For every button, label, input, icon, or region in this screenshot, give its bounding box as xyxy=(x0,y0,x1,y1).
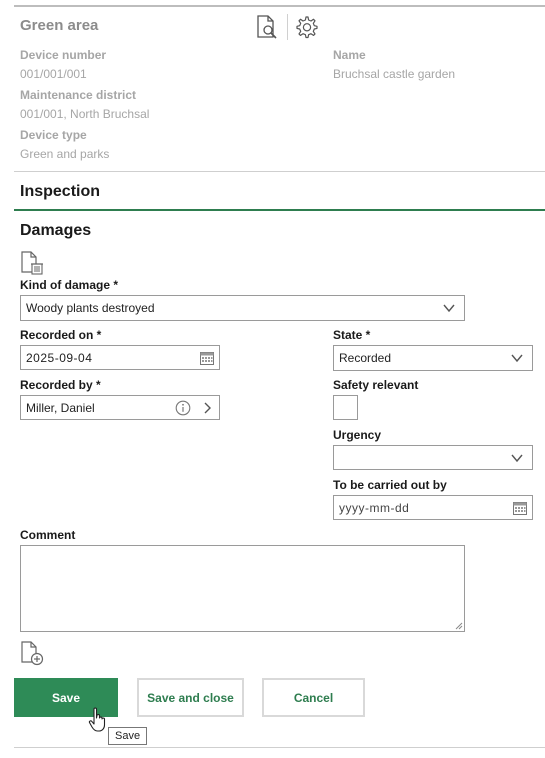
page-title: Green area xyxy=(20,17,99,34)
maintenance-district-value: 001/001, North Bruchsal xyxy=(20,107,150,121)
comment-textarea[interactable] xyxy=(20,545,465,632)
kind-of-damage-value: Woody plants destroyed xyxy=(26,301,155,315)
chevron-down-icon xyxy=(443,304,455,313)
save-tooltip: Save xyxy=(108,727,148,745)
device-type-label: Device type xyxy=(20,128,87,142)
name-value: Bruchsal castle garden xyxy=(333,67,456,81)
device-type-value: Green and parks xyxy=(20,147,110,161)
safety-relevant-label: Safety relevant xyxy=(333,378,419,392)
carry-out-by-label: To be carried out by xyxy=(333,478,447,492)
device-number-label: Device number xyxy=(20,48,107,62)
chevron-down-icon xyxy=(511,354,523,363)
calendar-icon[interactable] xyxy=(512,500,528,516)
resize-handle-icon[interactable] xyxy=(454,621,463,630)
calendar-icon[interactable] xyxy=(199,350,215,366)
chevron-down-icon xyxy=(511,454,523,462)
gear-icon[interactable] xyxy=(293,14,319,40)
urgency-label: Urgency xyxy=(333,428,382,442)
safety-relevant-checkbox[interactable] xyxy=(333,395,358,420)
recorded-on-label: Recorded on * xyxy=(20,328,102,342)
add-document-icon[interactable] xyxy=(20,640,46,666)
recorded-on-value: 2025-09-04 xyxy=(26,350,93,365)
comment-label: Comment xyxy=(20,528,76,542)
bottom-divider xyxy=(14,747,545,748)
save-and-close-button[interactable]: Save and close xyxy=(137,678,244,717)
state-label: State * xyxy=(333,328,371,342)
document-search-icon[interactable] xyxy=(254,14,280,40)
cancel-button[interactable]: Cancel xyxy=(262,678,365,717)
state-select[interactable]: Recorded xyxy=(333,345,533,371)
info-icon[interactable] xyxy=(175,400,191,416)
recorded-by-field[interactable]: Miller, Daniel xyxy=(20,395,220,420)
inspection-divider xyxy=(14,209,545,211)
carry-out-by-field[interactable]: yyyy-mm-dd xyxy=(333,495,533,520)
inspection-heading[interactable]: Inspection xyxy=(20,183,100,201)
carry-out-by-placeholder: yyyy-mm-dd xyxy=(339,500,410,515)
header-icon-separator xyxy=(287,14,288,40)
state-value: Recorded xyxy=(339,351,392,365)
device-number-value: 001/001/001 xyxy=(20,67,87,81)
delete-document-icon[interactable] xyxy=(20,250,46,276)
kind-of-damage-label: Kind of damage * xyxy=(20,278,119,292)
name-label: Name xyxy=(333,48,366,62)
recorded-on-field[interactable]: 2025-09-04 xyxy=(20,345,220,370)
maintenance-district-label: Maintenance district xyxy=(20,88,137,102)
meta-divider xyxy=(14,171,545,172)
top-divider xyxy=(14,5,545,7)
chevron-right-icon[interactable] xyxy=(201,401,213,415)
kind-of-damage-select[interactable]: Woody plants destroyed xyxy=(20,295,465,321)
damages-heading: Damages xyxy=(20,222,92,239)
urgency-select[interactable] xyxy=(333,445,533,470)
hand-cursor-icon xyxy=(88,707,110,733)
recorded-by-label: Recorded by * xyxy=(20,378,101,392)
